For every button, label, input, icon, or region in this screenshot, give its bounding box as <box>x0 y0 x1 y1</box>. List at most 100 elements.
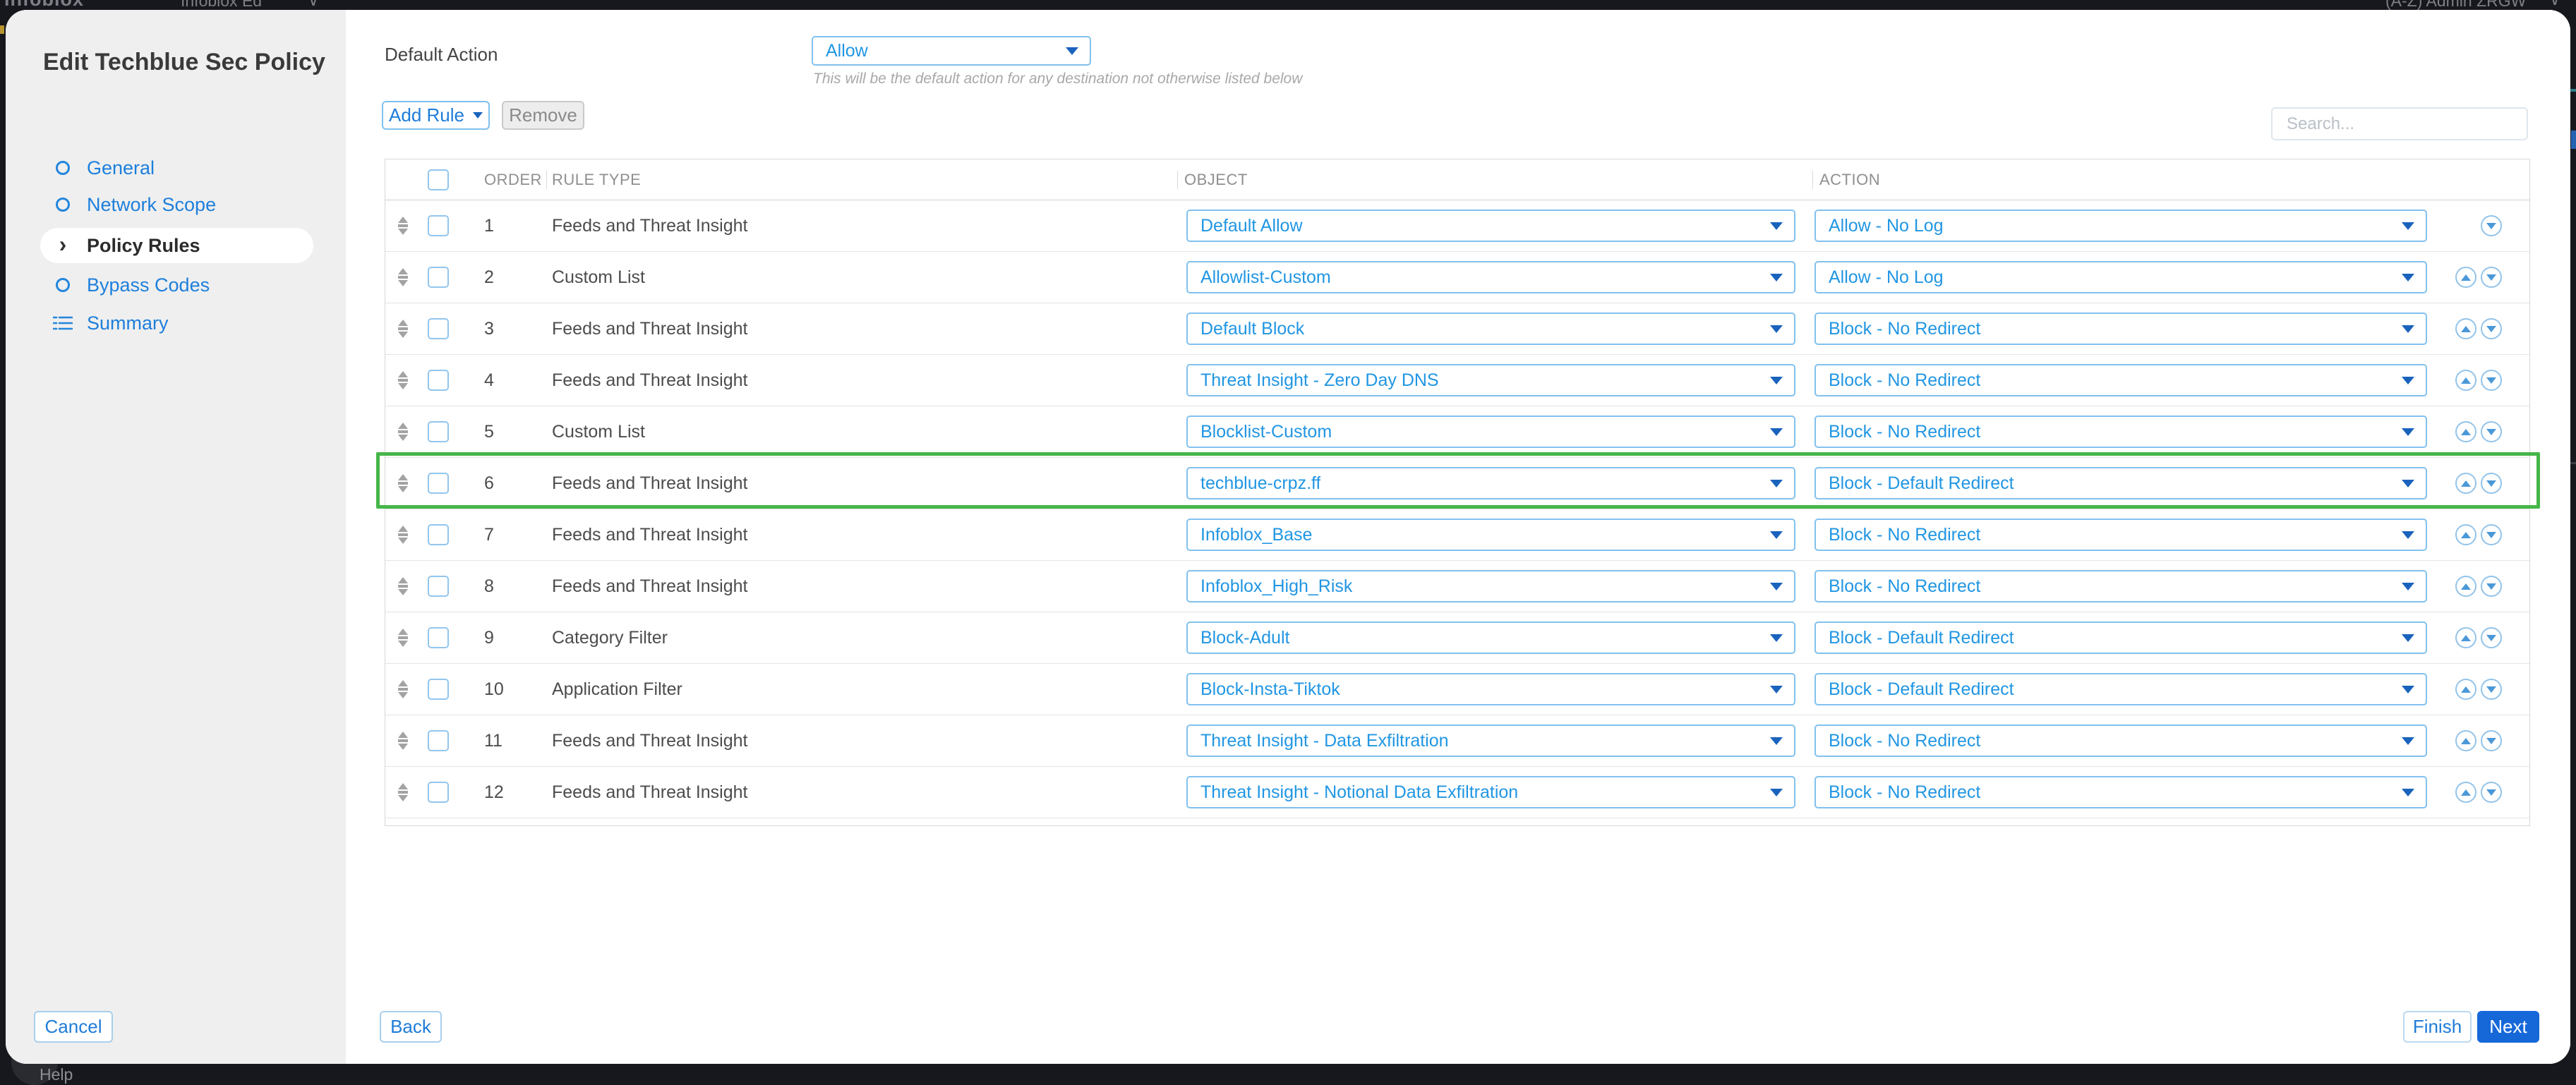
object-select[interactable]: Default Allow <box>1186 210 1795 242</box>
object-select[interactable]: Infoblox_High_Risk <box>1186 570 1795 602</box>
move-down-button[interactable] <box>2481 576 2502 597</box>
move-up-button[interactable] <box>2455 473 2476 494</box>
move-up-button[interactable] <box>2455 730 2476 751</box>
row-checkbox[interactable] <box>428 370 449 391</box>
move-up-button[interactable] <box>2455 421 2476 442</box>
object-select[interactable]: Default Block <box>1186 313 1795 345</box>
move-down-button[interactable] <box>2481 730 2502 751</box>
action-select[interactable]: Block - No Redirect <box>1814 519 2427 551</box>
move-up-button[interactable] <box>2455 370 2476 391</box>
row-checkbox[interactable] <box>428 730 449 751</box>
action-select[interactable]: Block - No Redirect <box>1814 725 2427 757</box>
caret-down-icon <box>1770 583 1783 590</box>
caret-down-icon <box>1770 789 1783 796</box>
object-select[interactable]: Threat Insight - Zero Day DNS <box>1186 364 1795 396</box>
object-select[interactable]: techblue-crpz.ff <box>1186 467 1795 499</box>
object-select[interactable]: Threat Insight - Notional Data Exfiltrat… <box>1186 776 1795 808</box>
drag-handle-icon[interactable] <box>392 679 414 700</box>
sidebar-item-network-scope[interactable]: Network Scope <box>40 189 313 220</box>
row-checkbox[interactable] <box>428 627 449 648</box>
row-rule-type: Feeds and Threat Insight <box>552 509 748 560</box>
drag-handle-icon[interactable] <box>392 473 414 494</box>
move-down-button[interactable] <box>2481 782 2502 803</box>
sidebar-item-policy-rules[interactable]: › Policy Rules <box>40 228 313 263</box>
action-select[interactable]: Block - No Redirect <box>1814 364 2427 396</box>
object-select[interactable]: Allowlist-Custom <box>1186 261 1795 293</box>
drag-handle-icon[interactable] <box>392 576 414 597</box>
drag-handle-icon[interactable] <box>392 782 414 803</box>
drag-handle-icon[interactable] <box>392 730 414 751</box>
search-input[interactable] <box>2271 107 2528 140</box>
action-select[interactable]: Block - Default Redirect <box>1814 673 2427 705</box>
move-down-button[interactable] <box>2481 318 2502 339</box>
action-select[interactable]: Allow - No Log <box>1814 210 2427 242</box>
row-checkbox[interactable] <box>428 215 449 236</box>
back-button[interactable]: Back <box>380 1011 442 1043</box>
move-up-button[interactable] <box>2455 679 2476 700</box>
move-up-button[interactable] <box>2455 576 2476 597</box>
table-row: 1 Feeds and Threat Insight Default Allow… <box>385 200 2529 252</box>
move-down-button[interactable] <box>2481 627 2502 648</box>
select-all-checkbox[interactable] <box>428 169 449 190</box>
object-select-value: Blocklist-Custom <box>1200 422 1332 442</box>
action-select[interactable]: Block - No Redirect <box>1814 313 2427 345</box>
drag-handle-icon[interactable] <box>392 318 414 339</box>
move-down-button[interactable] <box>2481 370 2502 391</box>
move-down-button[interactable] <box>2481 215 2502 236</box>
object-select[interactable]: Block-Insta-Tiktok <box>1186 673 1795 705</box>
action-select[interactable]: Block - Default Redirect <box>1814 622 2427 654</box>
drag-handle-icon[interactable] <box>392 215 414 236</box>
row-order: 1 <box>484 200 494 251</box>
object-select[interactable]: Infoblox_Base <box>1186 519 1795 551</box>
row-checkbox[interactable] <box>428 576 449 597</box>
remove-button[interactable]: Remove <box>502 101 584 130</box>
finish-button[interactable]: Finish <box>2403 1011 2472 1043</box>
move-down-button[interactable] <box>2481 524 2502 545</box>
drag-handle-icon[interactable] <box>392 524 414 545</box>
move-up-button[interactable] <box>2455 627 2476 648</box>
object-select[interactable]: Threat Insight - Data Exfiltration <box>1186 725 1795 757</box>
move-up-button[interactable] <box>2455 318 2476 339</box>
add-rule-button[interactable]: Add Rule <box>382 101 490 130</box>
row-checkbox[interactable] <box>428 782 449 803</box>
action-select[interactable]: Allow - No Log <box>1814 261 2427 293</box>
move-down-button[interactable] <box>2481 267 2502 288</box>
row-checkbox[interactable] <box>428 524 449 545</box>
backdrop-top-bar: Infoblox Infoblox Ed ∨ (A-Z) Admin ZRGW … <box>0 0 2576 11</box>
move-down-button[interactable] <box>2481 473 2502 494</box>
action-select[interactable]: Block - No Redirect <box>1814 570 2427 602</box>
column-divider <box>1177 171 1178 189</box>
drag-handle-icon[interactable] <box>392 370 414 391</box>
caret-down-icon <box>2402 686 2414 693</box>
sidebar-item-summary[interactable]: Summary <box>40 308 313 339</box>
caret-down-icon <box>1770 686 1783 693</box>
move-up-button[interactable] <box>2455 267 2476 288</box>
action-select[interactable]: Block - No Redirect <box>1814 416 2427 448</box>
move-down-button[interactable] <box>2481 679 2502 700</box>
sidebar-item-bypass-codes[interactable]: Bypass Codes <box>40 269 313 301</box>
backdrop-accent-fragment <box>0 25 4 34</box>
next-button[interactable]: Next <box>2477 1011 2539 1043</box>
row-rule-type: Category Filter <box>552 612 668 663</box>
object-select-value: Threat Insight - Zero Day DNS <box>1200 370 1439 391</box>
default-action-select[interactable]: Allow <box>812 36 1091 66</box>
drag-handle-icon[interactable] <box>392 627 414 648</box>
object-select[interactable]: Block-Adult <box>1186 622 1795 654</box>
row-checkbox[interactable] <box>428 318 449 339</box>
object-select[interactable]: Blocklist-Custom <box>1186 416 1795 448</box>
row-checkbox[interactable] <box>428 421 449 442</box>
move-up-button[interactable] <box>2455 782 2476 803</box>
drag-handle-icon[interactable] <box>392 421 414 442</box>
row-checkbox[interactable] <box>428 267 449 288</box>
action-select[interactable]: Block - Default Redirect <box>1814 467 2427 499</box>
cancel-button[interactable]: Cancel <box>34 1011 113 1043</box>
action-select[interactable]: Block - No Redirect <box>1814 776 2427 808</box>
move-up-button[interactable] <box>2455 524 2476 545</box>
sidebar-item-general[interactable]: General <box>40 152 313 183</box>
row-checkbox[interactable] <box>428 679 449 700</box>
drag-handle-icon[interactable] <box>392 267 414 288</box>
action-select-value: Block - No Redirect <box>1829 576 1980 597</box>
move-down-button[interactable] <box>2481 421 2502 442</box>
object-select-value: techblue-crpz.ff <box>1200 473 1320 494</box>
row-checkbox[interactable] <box>428 473 449 494</box>
